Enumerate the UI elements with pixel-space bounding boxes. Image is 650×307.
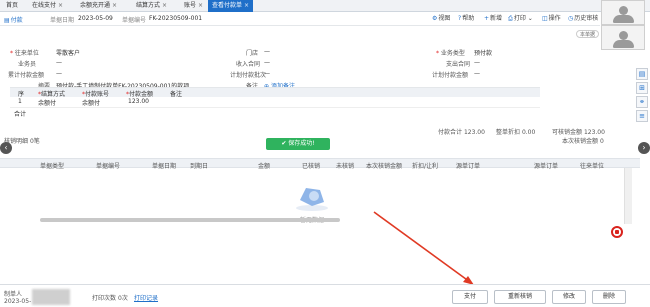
delete-button[interactable]: 删除: [592, 290, 626, 304]
pay-button[interactable]: 支付: [452, 290, 488, 304]
print-record-link[interactable]: 打印记录: [134, 293, 158, 302]
edit-button[interactable]: 修改: [552, 290, 586, 304]
print-count-value: 0次: [118, 295, 128, 302]
maker-date: 2023-05-: [4, 298, 32, 305]
redacted-block: [32, 289, 70, 305]
annotation-arrow: [373, 211, 474, 285]
print-count-label: 打印次数: [92, 295, 117, 302]
rewriteoff-button[interactable]: 重新核销: [494, 290, 546, 304]
maker-label: 制单人: [4, 291, 23, 298]
footer-bar: 制单人 2023-05- 打印次数 0次 打印记录 支付 重新核销 修改 删除: [0, 284, 650, 307]
